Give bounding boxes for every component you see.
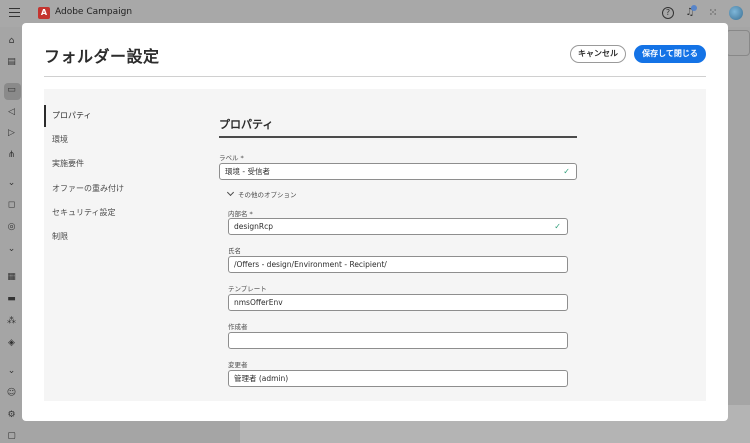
box-icon[interactable]: ▢	[6, 431, 17, 442]
chevron-down-icon	[226, 188, 235, 197]
left-nav: ⌂ ▤ ▭ ◁ ▷ ⋔ ⌄ ◻ ◎ ⌄ ▦ ▬ ⁂ ◈ ⌄ ☺ ⚙ ▢	[0, 27, 22, 443]
created-by-label: 作成者	[228, 323, 248, 331]
side-nav-item-properties[interactable]: プロパティ	[44, 105, 194, 127]
section-divider	[219, 136, 577, 138]
chat-icon[interactable]: ◻	[6, 200, 17, 211]
avatar[interactable]	[729, 6, 743, 20]
apps-grid-icon[interactable]: ⁙	[707, 7, 719, 19]
send-icon[interactable]: ▷	[6, 128, 17, 139]
explorer-icon[interactable]: ▤	[6, 57, 17, 68]
section-title: プロパティ	[219, 118, 274, 131]
modified-by-label: 変更者	[228, 361, 248, 369]
modified-by-input[interactable]: 管理者 (admin)	[228, 370, 568, 387]
dialog-title: フォルダー設定	[44, 47, 160, 66]
megaphone-icon[interactable]: ◁	[6, 107, 17, 118]
created-by-input[interactable]	[228, 332, 568, 349]
chevron-icon[interactable]: ⌄	[6, 244, 17, 255]
template-label: テンプレート	[228, 285, 267, 293]
menu-icon[interactable]	[9, 8, 20, 17]
chevron-icon[interactable]: ⌄	[6, 366, 17, 377]
notification-badge	[691, 5, 697, 11]
app-name: Adobe Campaign	[55, 7, 133, 17]
chart-icon[interactable]: ⁂	[6, 316, 17, 327]
help-icon[interactable]: ?	[662, 7, 674, 19]
side-nav-item-environment[interactable]: 環境	[44, 129, 194, 151]
template-value: nmsOfferEnv	[234, 298, 283, 307]
folder-settings-dialog: フォルダー設定 キャンセル 保存して閉じる プロパティ 環境 実施要件 オファー…	[22, 23, 728, 421]
cancel-button[interactable]: キャンセル	[570, 45, 626, 63]
side-nav-item-offer-weighting[interactable]: オファーの重み付け	[44, 178, 194, 200]
side-nav-item-security[interactable]: セキュリティ設定	[44, 202, 194, 224]
header-divider	[44, 76, 706, 77]
internal-name-input[interactable]: designRcp ✓	[228, 218, 568, 235]
adobe-logo: A	[38, 7, 50, 19]
full-name-label: 氏名	[228, 247, 241, 255]
template-input[interactable]: nmsOfferEnv	[228, 294, 568, 311]
label-field-label: ラベル *	[219, 154, 244, 162]
home-icon[interactable]: ⌂	[6, 36, 17, 47]
full-name-value: /Offers - design/Environment - Recipient…	[234, 260, 387, 269]
modified-by-value: 管理者 (admin)	[234, 374, 289, 383]
side-nav-item-eligibility[interactable]: 実施要件	[44, 153, 194, 175]
settings-icon[interactable]: ⚙	[6, 410, 17, 421]
more-options-toggle[interactable]: その他のオプション	[226, 188, 297, 199]
card-icon[interactable]: ▬	[6, 294, 17, 305]
user-icon[interactable]: ☺	[6, 388, 17, 399]
full-name-input[interactable]: /Offers - design/Environment - Recipient…	[228, 256, 568, 273]
chevron-icon[interactable]: ⌄	[6, 178, 17, 189]
dialog-content: プロパティ 環境 実施要件 オファーの重み付け セキュリティ設定 制限 プロパテ…	[44, 89, 706, 401]
check-icon: ✓	[563, 167, 570, 176]
label-input[interactable]: 環境 - 受信者 ✓	[219, 163, 577, 180]
workflow-icon[interactable]: ⋔	[6, 150, 17, 161]
side-nav-item-restrictions[interactable]: 制限	[44, 226, 194, 248]
report-icon[interactable]: ▦	[6, 272, 17, 283]
internal-name-label: 内部名 *	[228, 210, 253, 218]
folder-icon[interactable]: ▭	[6, 85, 17, 96]
internal-name-value: designRcp	[234, 222, 273, 231]
label-input-value: 環境 - 受信者	[225, 167, 270, 176]
save-and-close-button[interactable]: 保存して閉じる	[634, 45, 706, 63]
shield-icon[interactable]: ◈	[6, 338, 17, 349]
background-control	[726, 30, 750, 56]
check-icon: ✓	[554, 222, 561, 231]
offer-icon[interactable]: ◎	[6, 222, 17, 233]
